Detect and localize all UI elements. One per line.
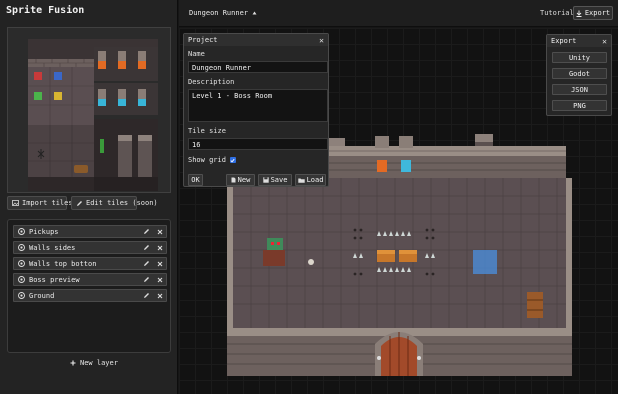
export-json-button[interactable]: JSON bbox=[552, 84, 607, 95]
edit-tiles-button[interactable]: Edit tiles (soon) bbox=[71, 196, 158, 210]
new-project-label: New bbox=[237, 176, 251, 184]
save-button[interactable]: Save bbox=[258, 174, 292, 186]
sidebar: Sprite Fusion Import tileset Edit tiles … bbox=[0, 0, 178, 394]
app-title: Sprite Fusion bbox=[6, 5, 85, 16]
pencil-icon[interactable] bbox=[142, 244, 150, 252]
check-icon bbox=[230, 158, 235, 162]
layer-name: Ground bbox=[29, 291, 55, 300]
folder-icon bbox=[297, 178, 305, 183]
name-label: Name bbox=[188, 50, 205, 58]
new-layer-button[interactable]: New layer bbox=[70, 359, 118, 367]
export-unity-button[interactable]: Unity bbox=[552, 52, 607, 63]
pencil-icon[interactable] bbox=[142, 228, 150, 236]
description-label: Description bbox=[188, 78, 235, 86]
new-layer-label: New layer bbox=[80, 359, 118, 367]
pencil-icon[interactable] bbox=[142, 276, 150, 284]
layer-row[interactable]: Walls sides bbox=[13, 241, 167, 254]
layer-name: Boss preview bbox=[29, 275, 80, 284]
layer-row[interactable]: Boss preview bbox=[13, 273, 167, 286]
close-icon[interactable] bbox=[156, 276, 164, 284]
load-label: Load bbox=[306, 176, 324, 184]
show-grid-toggle[interactable]: Show grid bbox=[188, 156, 236, 164]
layer-row[interactable]: Ground bbox=[13, 289, 167, 302]
file-icon bbox=[231, 177, 236, 183]
export-png-button[interactable]: PNG bbox=[552, 100, 607, 111]
name-field[interactable]: Dungeon Runner bbox=[188, 61, 328, 73]
save-icon bbox=[262, 177, 269, 183]
project-panel: Project ✕ Name Dungeon Runner Descriptio… bbox=[183, 33, 329, 187]
close-icon[interactable] bbox=[156, 228, 164, 236]
eye-icon[interactable] bbox=[18, 228, 25, 235]
project-name: Dungeon Runner bbox=[189, 9, 249, 17]
export-panel-header: Export ✕ bbox=[547, 35, 611, 47]
tileset-canvas[interactable] bbox=[28, 39, 158, 191]
pencil-icon[interactable] bbox=[142, 260, 150, 268]
topbar: Dungeon Runner Tutorial Export bbox=[179, 0, 618, 27]
layer-name: Walls top botton bbox=[29, 259, 97, 268]
layer-name: Walls sides bbox=[29, 243, 76, 252]
description-field[interactable]: Level 1 - Boss Room bbox=[188, 89, 328, 122]
export-panel-title: Export bbox=[551, 37, 577, 45]
pencil-icon bbox=[77, 200, 82, 206]
layer-row[interactable]: Pickups bbox=[13, 225, 167, 238]
eye-icon[interactable] bbox=[18, 292, 25, 299]
show-grid-checkbox[interactable] bbox=[229, 157, 236, 163]
tile-size-label: Tile size bbox=[188, 127, 226, 135]
project-panel-title: Project bbox=[188, 36, 218, 44]
eye-icon[interactable] bbox=[18, 244, 25, 251]
project-menu[interactable]: Dungeon Runner bbox=[189, 9, 257, 17]
tileset-preview[interactable] bbox=[7, 27, 171, 193]
close-icon[interactable]: ✕ bbox=[319, 36, 324, 45]
image-icon bbox=[12, 200, 19, 206]
eye-icon[interactable] bbox=[18, 276, 25, 283]
export-panel: Export ✕ Unity Godot JSON PNG bbox=[546, 34, 612, 116]
close-icon[interactable]: ✕ bbox=[602, 37, 607, 46]
export-godot-button[interactable]: Godot bbox=[552, 68, 607, 79]
show-grid-label: Show grid bbox=[188, 156, 226, 164]
layer-row[interactable]: Walls top botton bbox=[13, 257, 167, 270]
save-label: Save bbox=[270, 176, 288, 184]
download-icon bbox=[576, 10, 582, 17]
new-project-button[interactable]: New bbox=[226, 174, 255, 186]
layer-name: Pickups bbox=[29, 227, 59, 236]
tile-size-field[interactable]: 16 bbox=[188, 138, 328, 150]
load-button[interactable]: Load bbox=[295, 174, 326, 186]
ok-button[interactable]: OK bbox=[188, 174, 203, 186]
close-icon[interactable] bbox=[156, 244, 164, 252]
edit-tiles-label: Edit tiles (soon) bbox=[86, 199, 158, 207]
project-panel-header: Project ✕ bbox=[184, 34, 328, 46]
export-label: Export bbox=[584, 9, 611, 17]
plus-icon bbox=[70, 360, 76, 366]
import-tileset-button[interactable]: Import tileset bbox=[7, 196, 81, 210]
pencil-icon[interactable] bbox=[142, 292, 150, 300]
eye-icon[interactable] bbox=[18, 260, 25, 267]
layers-panel: Pickups Walls sides Walls top botton Bos… bbox=[7, 219, 171, 353]
tutorial-link[interactable]: Tutorial bbox=[540, 9, 574, 17]
export-button[interactable]: Export bbox=[573, 6, 613, 20]
close-icon[interactable] bbox=[156, 260, 164, 268]
close-icon[interactable] bbox=[156, 292, 164, 300]
caret-up-icon bbox=[252, 11, 257, 15]
